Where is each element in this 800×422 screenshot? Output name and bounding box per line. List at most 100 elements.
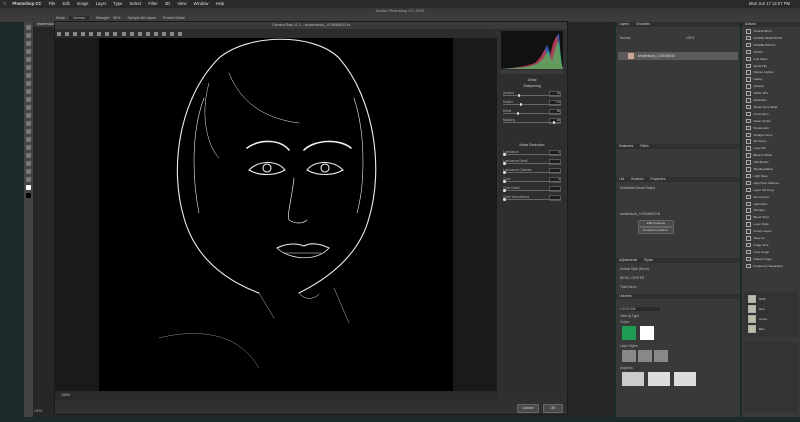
action-item[interactable]: High Pass <box>746 201 767 206</box>
action-toggle-icon[interactable] <box>746 29 751 34</box>
zoom-icon[interactable] <box>56 31 61 36</box>
action-toggle-icon[interactable] <box>746 104 751 110</box>
action-toggle-icon[interactable] <box>746 111 751 117</box>
slider-knob[interactable] <box>503 162 506 165</box>
channel-row[interactable]: Red <box>748 305 765 313</box>
graphic-1[interactable] <box>622 372 644 386</box>
action-toggle-icon[interactable] <box>746 70 751 75</box>
marquee-tool-icon[interactable] <box>26 33 31 38</box>
slider-track[interactable] <box>503 190 561 191</box>
crop-icon[interactable] <box>97 31 102 36</box>
action-toggle-icon[interactable] <box>746 125 751 131</box>
style-item-thick-bevel[interactable]: Thick Bevel <box>620 285 636 289</box>
action-toggle-icon[interactable] <box>746 187 751 193</box>
action-toggle-icon[interactable] <box>746 49 751 55</box>
action-item[interactable]: Sharpen <box>746 208 765 213</box>
action-item[interactable]: Set Current <box>746 194 769 200</box>
straighten-icon[interactable] <box>105 31 110 36</box>
menu-window[interactable]: Window <box>194 1 209 6</box>
library-select[interactable]: LOGO-GM <box>620 307 660 311</box>
action-toggle-icon[interactable] <box>746 98 751 103</box>
adjustment-brush-icon[interactable] <box>137 31 142 36</box>
style-item-default[interactable]: Default Style (None) <box>620 267 649 271</box>
brush-tool-icon[interactable] <box>26 81 31 86</box>
eyedropper-tool-icon[interactable] <box>26 65 31 70</box>
menu-view[interactable]: View <box>177 1 186 6</box>
menu-help[interactable]: Help <box>216 1 225 6</box>
slider-color[interactable]: Color 0 <box>503 177 561 183</box>
tab-layers[interactable]: Layers <box>619 22 629 26</box>
menu-file[interactable]: File <box>49 1 56 6</box>
action-toggle-icon[interactable] <box>746 173 751 179</box>
action-item[interactable]: SAVE JPG <box>746 91 768 96</box>
action-item[interactable]: Vintage Comp <box>746 132 772 137</box>
history-brush-icon[interactable] <box>26 97 31 102</box>
library-color-white[interactable] <box>640 326 654 340</box>
tab-styles[interactable]: Styles <box>644 258 653 262</box>
healing-tool-icon[interactable] <box>26 73 31 78</box>
slider-knob[interactable] <box>503 198 506 201</box>
hand-icon[interactable] <box>64 31 69 36</box>
action-toggle-icon[interactable] <box>746 146 751 151</box>
shape-tool-icon[interactable] <box>26 161 31 166</box>
action-item[interactable]: Light Rays <box>746 173 768 179</box>
red-eye-icon[interactable] <box>129 31 134 36</box>
action-toggle-icon[interactable] <box>746 91 751 96</box>
lasso-tool-icon[interactable] <box>26 41 31 46</box>
hand-tool-icon[interactable] <box>26 169 31 174</box>
transform-icon[interactable] <box>113 31 118 36</box>
action-toggle-icon[interactable] <box>746 118 751 124</box>
slider-amount[interactable]: Amount 40 <box>503 91 561 97</box>
slider-track[interactable] <box>503 104 561 105</box>
action-item[interactable]: Layer Style <box>746 222 769 227</box>
action-item[interactable]: Hotkey <box>746 77 763 82</box>
color-sampler-icon[interactable] <box>80 31 85 36</box>
library-color-green[interactable] <box>622 326 636 340</box>
action-item[interactable]: Layer Via Copy <box>746 187 774 193</box>
channel-row[interactable]: RGB <box>748 295 766 303</box>
gradient-tool-icon[interactable] <box>26 113 31 118</box>
action-toggle-icon[interactable] <box>746 63 751 68</box>
targeted-adjust-icon[interactable] <box>89 31 93 36</box>
apple-icon[interactable]:  <box>3 1 6 6</box>
graphic-2[interactable] <box>648 372 670 386</box>
sample-all-checkbox[interactable]: Sample All Layers <box>127 16 156 20</box>
action-toggle-icon[interactable] <box>746 77 751 82</box>
slider-luminance-contrast[interactable]: Luminance Contrast <box>503 168 561 174</box>
type-tool-icon[interactable] <box>26 145 31 150</box>
action-item[interactable]: Darken Lighten <box>746 70 774 75</box>
mode-select[interactable]: Normal <box>69 16 89 20</box>
radial-filter-icon[interactable] <box>154 31 158 36</box>
action-item[interactable]: Stroke Drop Shad <box>746 104 777 110</box>
pen-tool-icon[interactable] <box>26 137 31 142</box>
action-toggle-icon[interactable] <box>746 160 751 165</box>
preferences-icon[interactable] <box>162 31 167 36</box>
action-item[interactable]: Black & White <box>746 153 772 158</box>
graduated-filter-icon[interactable] <box>145 31 150 36</box>
action-toggle-icon[interactable] <box>746 194 751 200</box>
layer-row[interactable]: shutterstock_1078065033 <box>618 52 738 60</box>
app-menu[interactable]: Photoshop CC <box>12 1 41 6</box>
layer-style-1[interactable] <box>622 350 636 362</box>
action-item[interactable]: Flatten Image <box>746 256 772 262</box>
zoom-level[interactable]: 100% <box>61 391 70 400</box>
blend-mode-select[interactable]: Normal <box>620 36 630 40</box>
slider-knob[interactable] <box>503 153 506 156</box>
action-toggle-icon[interactable] <box>746 256 751 262</box>
action-toggle-icon[interactable] <box>746 153 751 158</box>
slider-track[interactable] <box>503 181 561 182</box>
action-toggle-icon[interactable] <box>746 236 751 241</box>
action-item[interactable]: Grid Slave <box>746 56 768 62</box>
path-select-icon[interactable] <box>26 153 31 158</box>
action-item[interactable]: Crop Image <box>746 249 769 255</box>
background-color-icon[interactable] <box>26 193 31 198</box>
action-toggle-icon[interactable] <box>746 263 751 269</box>
tab-properties[interactable]: Properties <box>650 177 665 181</box>
action-item[interactable]: Shading Effect <box>746 167 773 172</box>
action-item[interactable]: FRAME PHOTO <box>746 42 775 48</box>
menu-select[interactable]: Select <box>130 1 142 6</box>
action-toggle-icon[interactable] <box>746 139 751 144</box>
protect-detail-checkbox[interactable]: Protect Detail <box>163 16 185 20</box>
slider-luminance-detail[interactable]: Luminance Detail <box>503 159 561 165</box>
foreground-color-icon[interactable] <box>26 185 31 190</box>
